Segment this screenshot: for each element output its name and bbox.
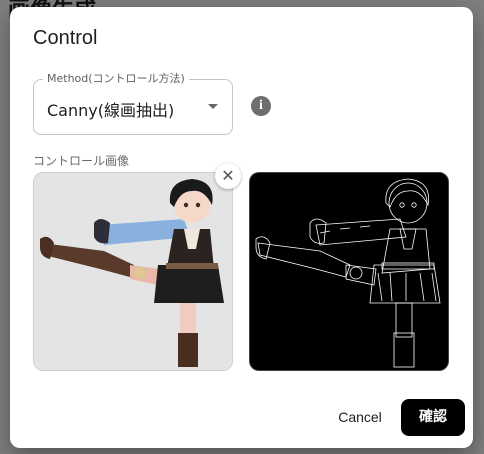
dialog-title: Control (33, 27, 98, 49)
method-select-label: Method(コントロール方法) (43, 72, 189, 86)
method-select[interactable]: Method(コントロール方法) Canny(線画抽出) (33, 72, 233, 135)
confirm-button[interactable]: 確認 (401, 399, 465, 436)
control-dialog: Control Method(コントロール方法) Canny(線画抽出) i コ… (10, 7, 473, 448)
info-icon[interactable]: i (251, 96, 271, 116)
control-source-image (33, 172, 233, 371)
caret-down-icon (208, 104, 218, 109)
character-illustration (34, 173, 232, 370)
canny-edge-illustration (250, 173, 448, 370)
cancel-button[interactable]: Cancel (328, 401, 392, 433)
canny-preview-image (249, 172, 449, 371)
control-image-label: コントロール画像 (33, 154, 130, 168)
method-select-value: Canny(線画抽出) (47, 101, 175, 120)
remove-image-button[interactable]: ✕ (215, 163, 241, 189)
